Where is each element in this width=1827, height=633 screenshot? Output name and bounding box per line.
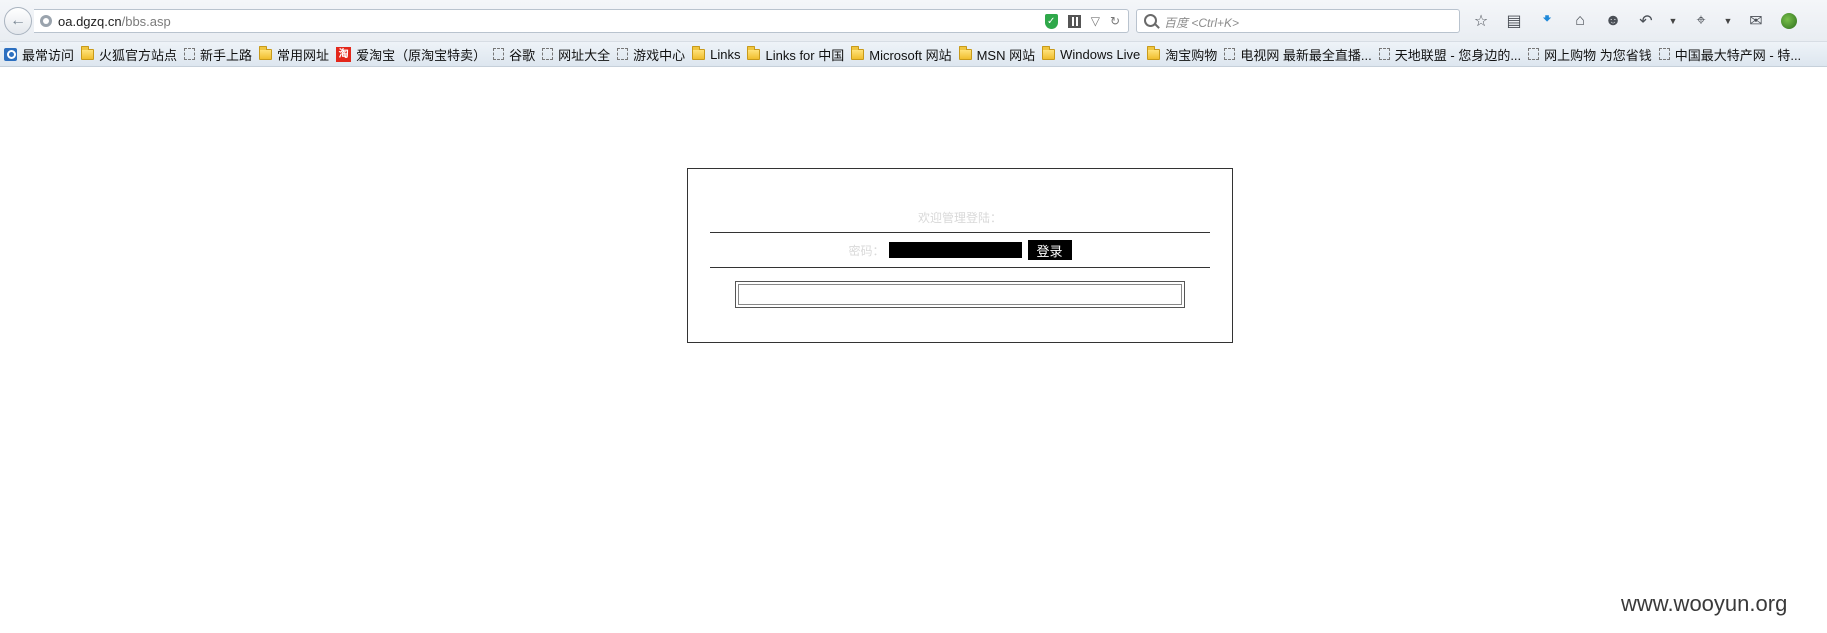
- bookmark-label: 天地联盟 - 您身边的...: [1394, 47, 1522, 63]
- page-icon: [617, 48, 629, 60]
- page-icon: [1528, 48, 1540, 60]
- bookmark-item[interactable]: 游戏中心: [617, 45, 685, 64]
- bookmark-label: 谷歌: [509, 47, 536, 63]
- bookmark-item[interactable]: 淘爱淘宝（原淘宝特卖）: [336, 45, 486, 64]
- bookmark-label: 中国最大特产网 - 特...: [1674, 47, 1802, 63]
- bookmark-label: Links for 中国: [765, 47, 845, 63]
- undo-icon[interactable]: ↶: [1635, 10, 1657, 32]
- chat-icon[interactable]: ☻: [1602, 10, 1624, 32]
- folder-icon: [851, 45, 865, 60]
- bookmark-label: 游戏中心: [633, 47, 686, 63]
- bookmark-item[interactable]: 电视网 最新最全直播...: [1224, 45, 1372, 64]
- folder-icon: [747, 45, 761, 60]
- page-icon: [1378, 48, 1390, 60]
- history-dropdown-icon[interactable]: ▽: [1091, 13, 1100, 29]
- bookmark-item[interactable]: 新手上路: [184, 45, 252, 64]
- bookmark-label: 最常访问: [22, 47, 75, 63]
- bookmark-item[interactable]: 淘宝购物: [1147, 45, 1217, 64]
- password-input[interactable]: [888, 242, 1022, 258]
- welcome-text: 欢迎管理登陆：: [917, 211, 1002, 225]
- folder-icon: [958, 45, 972, 60]
- bookmark-item[interactable]: 火狐官方站点: [81, 45, 177, 64]
- home-icon[interactable]: ⌂: [1569, 10, 1591, 32]
- reload-icon[interactable]: ↻: [1110, 13, 1120, 29]
- download-icon[interactable]: 🠻: [1536, 10, 1558, 32]
- folder-icon: [1042, 45, 1056, 60]
- dropdown-icon[interactable]: ▼: [1723, 10, 1733, 32]
- reading-list-icon[interactable]: ▤: [1503, 10, 1525, 32]
- bookmark-label: 新手上路: [200, 47, 253, 63]
- browser-navbar: ← oa.dgzq.cn/bbs.asp ✓ ▽ ↻ 百度 <Ctrl+K> ☆…: [0, 0, 1827, 42]
- page-icon: [184, 48, 196, 60]
- back-button[interactable]: ←: [4, 7, 32, 35]
- password-row: 密码： 登录: [688, 239, 1232, 261]
- bookmark-item[interactable]: Links: [692, 45, 741, 62]
- addon-icon[interactable]: [1778, 10, 1800, 32]
- folder-icon: [81, 45, 95, 60]
- url-host: oa.dgzq.cn: [58, 14, 122, 29]
- page-icon: [493, 48, 505, 60]
- search-icon: [1144, 14, 1157, 27]
- bookmark-item[interactable]: 网上购物 为您省钱: [1528, 45, 1652, 64]
- bookmark-label: 爱淘宝（原淘宝特卖）: [356, 47, 487, 63]
- bookmark-item[interactable]: Windows Live: [1042, 45, 1141, 62]
- url-path: /bbs.asp: [121, 14, 171, 29]
- message-field-inner: [738, 284, 1182, 305]
- page-icon: [1224, 48, 1236, 60]
- message-icon[interactable]: ✉: [1745, 10, 1767, 32]
- bookmark-item[interactable]: 谷歌: [493, 45, 535, 64]
- bookmark-label: Windows Live: [1060, 46, 1141, 62]
- page-icon: [1658, 48, 1670, 60]
- bookmark-label: 火狐官方站点: [99, 47, 178, 63]
- globe-icon: [40, 15, 52, 27]
- divider: [710, 232, 1210, 233]
- bookmark-item[interactable]: Links for 中国: [747, 45, 844, 64]
- bookmark-item[interactable]: 中国最大特产网 - 特...: [1658, 45, 1802, 64]
- folder-icon: [1147, 45, 1161, 60]
- bookmark-item[interactable]: Microsoft 网站: [851, 45, 952, 64]
- bookmark-item[interactable]: 网址大全: [542, 45, 610, 64]
- back-arrow-icon: ←: [10, 12, 26, 29]
- crop-icon[interactable]: ⌖: [1690, 10, 1712, 32]
- bookmarks-bar: 最常访问 火狐官方站点 新手上路 常用网址淘爱淘宝（原淘宝特卖） 谷歌 网址大全 游戏中心 L…: [0, 42, 1827, 67]
- search-placeholder: 百度 <Ctrl+K>: [1164, 16, 1240, 30]
- toolbar-icons: ☆ ▤ 🠻 ⌂ ☻ ↶ ▼ ⌖ ▼ ✉: [1470, 10, 1811, 32]
- login-panel: 欢迎管理登陆： 密码： 登录: [687, 168, 1233, 343]
- bookmark-label: Microsoft 网站: [869, 47, 952, 63]
- login-button[interactable]: 登录: [1027, 240, 1072, 260]
- divider: [710, 267, 1210, 268]
- url-text: oa.dgzq.cn/bbs.asp: [58, 14, 171, 29]
- bookmark-label: 淘宝购物: [1165, 47, 1218, 63]
- shield-icon[interactable]: ✓: [1044, 13, 1058, 29]
- bookmark-label: MSN 网站: [976, 47, 1036, 63]
- password-label: 密码：: [848, 243, 885, 258]
- search-bar[interactable]: 百度 <Ctrl+K>: [1136, 9, 1460, 33]
- bookmark-item[interactable]: MSN 网站: [958, 45, 1036, 64]
- page-icon: [542, 48, 554, 60]
- folder-icon: [259, 45, 273, 60]
- folder-icon: [692, 45, 706, 60]
- search-icon: [4, 47, 17, 61]
- star-icon[interactable]: ☆: [1470, 10, 1492, 32]
- qr-code-icon[interactable]: [1067, 14, 1081, 28]
- watermark: www.wooyun.org: [1621, 591, 1788, 616]
- message-field[interactable]: [735, 281, 1185, 308]
- bookmark-item[interactable]: 最常访问: [4, 45, 74, 64]
- dropdown-icon[interactable]: ▼: [1668, 10, 1678, 32]
- bookmark-label: Links: [710, 46, 741, 62]
- bookmark-label: 常用网址: [277, 47, 330, 63]
- tao-icon: 淘: [336, 46, 352, 62]
- bookmark-label: 网址大全: [558, 47, 611, 63]
- url-bar[interactable]: oa.dgzq.cn/bbs.asp ✓ ▽ ↻: [34, 9, 1129, 33]
- bookmark-item[interactable]: 天地联盟 - 您身边的...: [1378, 45, 1522, 64]
- bookmark-label: 电视网 最新最全直播...: [1240, 47, 1372, 63]
- bookmark-item[interactable]: 常用网址: [259, 45, 329, 64]
- bookmark-label: 网上购物 为您省钱: [1544, 47, 1652, 63]
